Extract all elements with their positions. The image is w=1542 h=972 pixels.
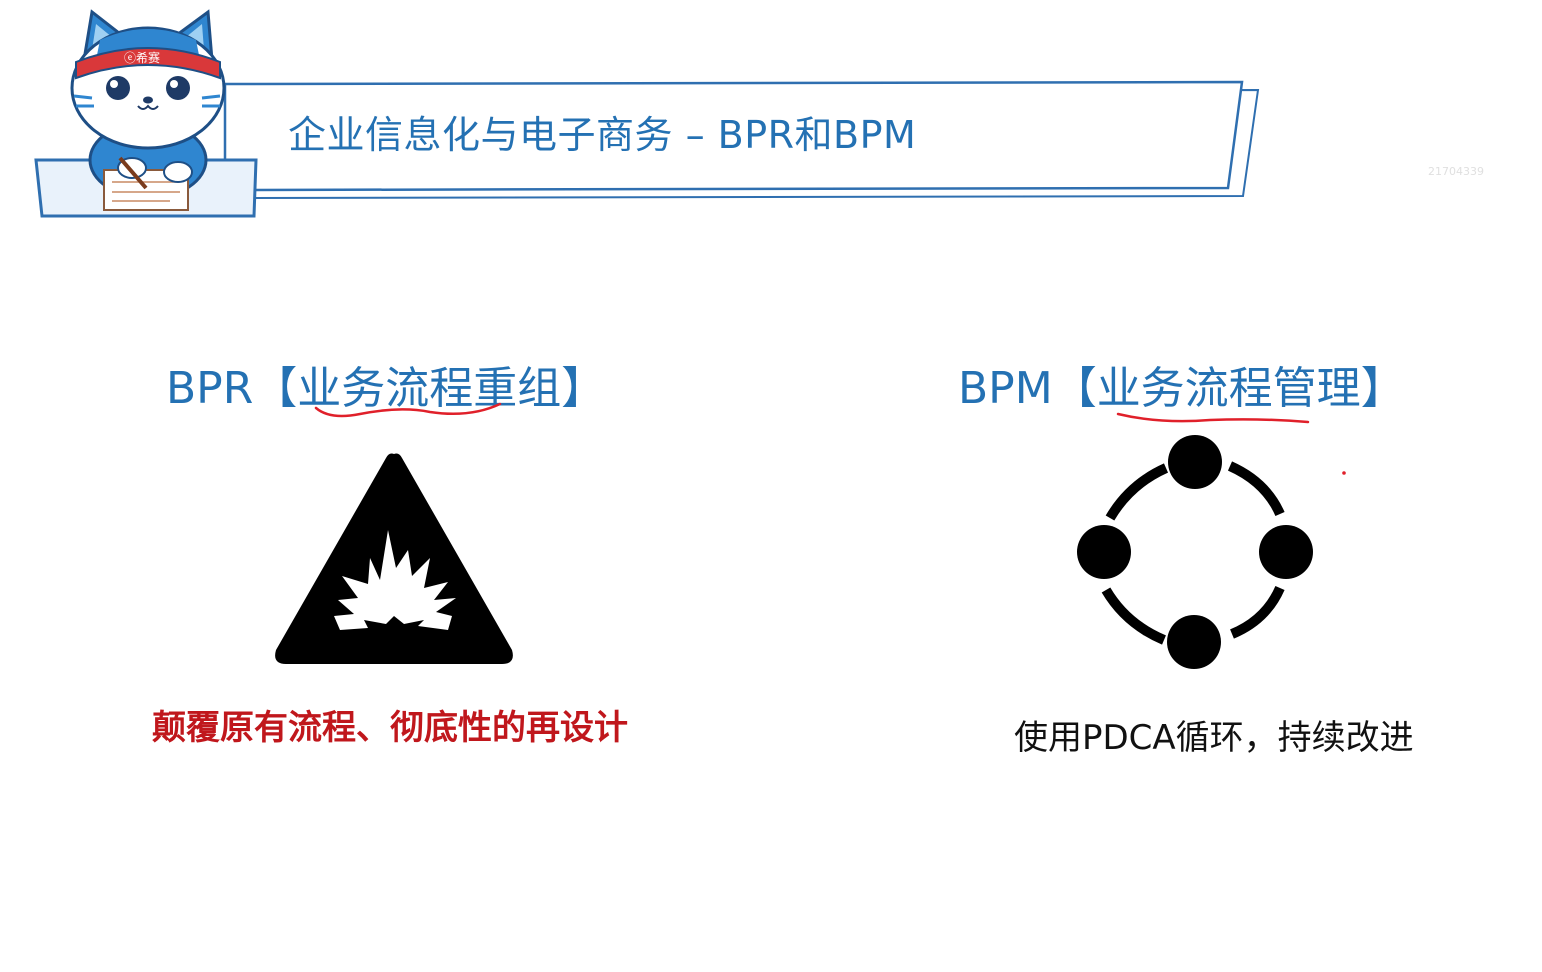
bpr-heading: BPR【业务流程重组】 (166, 352, 605, 416)
ink-dot (1342, 471, 1346, 475)
bpm-label: 业务流程管理 (1096, 363, 1361, 414)
mascot-badge-text: ⓔ希赛 (124, 50, 160, 65)
slide-title: 企业信息化与电子商务 – BPR和BPM (288, 113, 917, 157)
cycle-four-nodes-icon (1077, 435, 1313, 669)
bpm-heading: BPM【业务流程管理】 (958, 352, 1405, 416)
bpm-acronym: BPM (958, 363, 1053, 414)
warning-explosion-icon (275, 453, 513, 664)
bpr-label: 业务流程重组 (297, 363, 562, 414)
mascot-cat-icon: ⓔ希赛 (34, 9, 258, 218)
bpr-description: 颠覆原有流程、彻底性的再设计 (152, 708, 628, 748)
bpr-acronym: BPR (166, 363, 254, 414)
bpm-bracket-open: 【 (1052, 363, 1097, 414)
watermark-id: 21704339 (1428, 165, 1484, 178)
bpm-bracket-close: 】 (1360, 363, 1405, 414)
bpr-bracket-close: 】 (561, 363, 606, 414)
bpm-description: 使用PDCA循环，持续改进 (1014, 718, 1414, 758)
bpr-bracket-open: 【 (253, 363, 298, 414)
